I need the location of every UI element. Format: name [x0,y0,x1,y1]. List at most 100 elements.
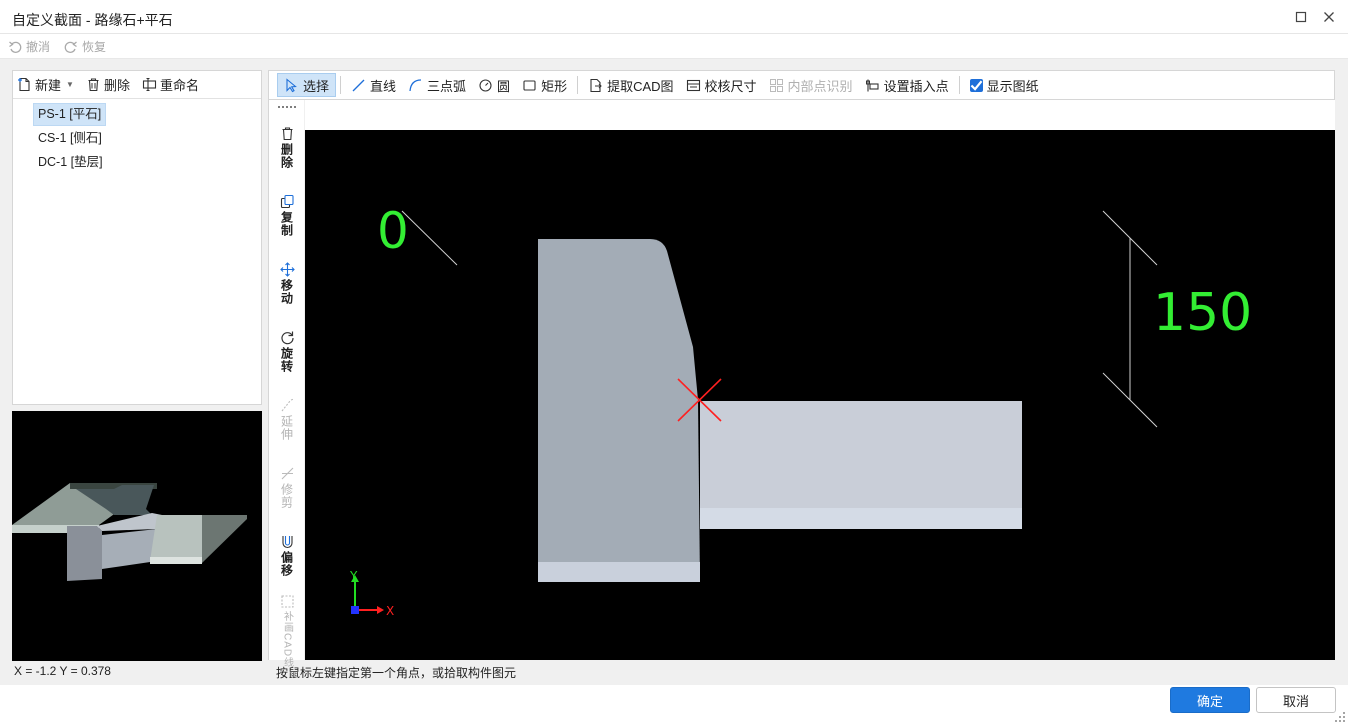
axis-origin [351,606,359,614]
drawing-canvas[interactable]: 0 150 Y X [305,130,1335,660]
dimension-text-left: 0 [377,202,409,260]
cursor-icon [286,77,297,92]
preview-curb-side [102,529,157,569]
side-offset-button[interactable]: 偏移 [269,534,305,577]
circle-label: 圆 [497,78,511,94]
circle-icon [479,78,492,92]
line-tool-button[interactable]: 直线 [345,73,402,97]
insert-point-label: 设置插入点 [883,78,949,94]
delete-button[interactable]: 删除 [86,75,130,94]
trim-icon [281,467,293,480]
trash-icon [282,127,292,141]
3d-preview[interactable] [12,411,262,661]
tree-item-cs-1[interactable]: CS-1 [侧石] [33,127,107,150]
rect-label: 矩形 [541,78,568,94]
side-cad-line-button[interactable]: 补画CAD线 [269,594,305,668]
side-trim-label: 修剪 [279,483,294,509]
resize-grip-icon[interactable] [1334,711,1346,723]
show-drawing-checkbox[interactable] [969,78,983,92]
inner-point-label: 内部点识别 [787,78,853,94]
side-toolbar: 删除 复制 移动 旋转 延伸 修剪 偏移 补画CAD线 [268,100,305,668]
toolbar-separator [958,76,960,94]
trash-icon [88,78,99,92]
side-extend-label: 延伸 [279,415,294,441]
circle-tool-button[interactable]: 圆 [472,73,516,97]
cancel-button[interactable]: 取消 [1256,687,1336,713]
chevron-down-icon[interactable]: ▼ [66,80,74,89]
x-axis-label: X [386,604,394,618]
toolbar-separator [340,76,342,94]
edit-toolbar: 选择 直线 三点弧 圆 矩形 提取CAD图 校核尺寸 内部点识别 设置插入点 显… [268,70,1335,100]
select-tool-button[interactable]: 选择 [277,73,337,97]
arc-label: 三点弧 [427,78,467,94]
side-rotate-label: 旋转 [279,347,294,373]
side-offset-label: 偏移 [279,551,294,577]
ok-button[interactable]: 确定 [1170,687,1250,713]
insert-point-icon [865,79,879,91]
arc-tool-button[interactable]: 三点弧 [402,73,472,97]
window-title: 自定义截面 - 路缘石+平石 [12,12,173,28]
check-dimension-icon [686,79,700,91]
side-rotate-button[interactable]: 旋转 [269,330,305,373]
preview-flat-stone-side [202,515,247,563]
toolbar-separator [577,76,579,94]
side-delete-button[interactable]: 删除 [269,126,305,169]
tree-item-ps-1[interactable]: PS-1 [平石] [33,103,107,126]
check-dimension-button[interactable]: 校核尺寸 [680,73,763,97]
tree-item-dc-1[interactable]: DC-1 [垫层] [33,151,108,174]
dimension-line-right [1102,210,1158,428]
section-list-panel: 新建 ▼ 删除 重命名 PS-1 [平石] CS-1 [侧石] DC-1 [垫层… [12,70,262,405]
canvas-top-strip [305,100,1335,130]
close-icon [1324,12,1334,22]
undo-label: 撤消 [26,40,51,54]
redo-icon [64,41,77,53]
side-trim-button[interactable]: 修剪 [269,466,305,509]
select-label: 选择 [303,78,330,94]
status-text: 按鼠标左键指定第一个角点，或拾取构件图元 [276,666,517,680]
line-icon [352,79,365,91]
rename-label: 重命名 [159,78,199,93]
insert-point-button[interactable]: 设置插入点 [859,73,955,97]
section-tree: PS-1 [平石] CS-1 [侧石] DC-1 [垫层] [13,99,261,175]
copy-icon [280,194,294,209]
close-button[interactable] [1317,6,1341,28]
maximize-button[interactable] [1289,6,1313,28]
cad-line-icon [280,595,294,608]
new-label: 新建 [35,78,62,93]
rect-tool-button[interactable]: 矩形 [516,73,573,97]
line-label: 直线 [370,78,397,94]
extract-cad-button[interactable]: 提取CAD图 [582,73,679,97]
side-move-button[interactable]: 移动 [269,262,305,305]
preview-flat-stone-edge [150,557,202,564]
rectangle-icon [523,79,536,91]
new-file-icon [18,77,30,92]
move-icon [279,262,295,277]
rename-icon [142,77,157,92]
dialog-footer: 确定 取消 [0,685,1348,725]
extend-icon [281,398,294,412]
check-dimension-label: 校核尺寸 [704,78,757,94]
toolbar-grip-icon [278,106,296,108]
side-copy-button[interactable]: 复制 [269,194,305,237]
inner-point-button[interactable]: 内部点识别 [763,73,859,97]
y-axis-label: Y [349,569,358,583]
3d-preview-drawing [12,483,247,581]
side-extend-button[interactable]: 延伸 [269,398,305,441]
dimension-line-left [401,210,458,266]
side-delete-label: 删除 [279,143,294,169]
side-move-label: 移动 [279,279,294,305]
show-drawing-toggle[interactable]: 显示图纸 [964,73,1045,97]
dimension-text-right: 150 [1153,283,1252,343]
flat-stone-base-strip [700,508,1022,529]
offset-icon [281,536,293,549]
extract-cad-label: 提取CAD图 [607,78,674,94]
section-drawing: 0 150 Y X [349,202,1252,618]
undo-button[interactable]: 撤消 [8,38,50,55]
new-button[interactable]: 新建 ▼ [17,75,74,94]
undo-icon [9,41,22,53]
arc-icon [409,78,422,91]
redo-button[interactable]: 恢复 [64,38,106,55]
preview-curb-body [67,526,102,581]
rotate-icon [280,331,294,345]
rename-button[interactable]: 重命名 [142,75,199,94]
